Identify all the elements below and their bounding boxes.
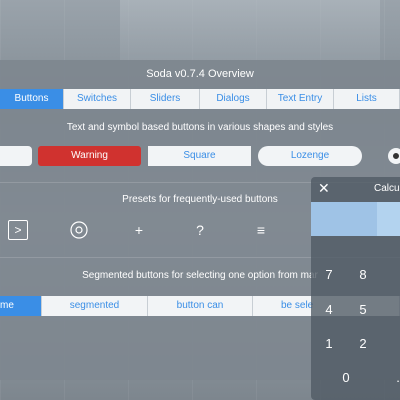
segment-me[interactable]: me	[0, 296, 42, 316]
target-icon	[70, 221, 88, 239]
key-decimal[interactable]: .	[387, 370, 400, 385]
calculator-title: Calcu	[374, 183, 400, 194]
key-7[interactable]: 7	[318, 267, 340, 282]
segment-segmented[interactable]: segmented	[42, 296, 148, 316]
key-2[interactable]: 2	[352, 336, 374, 351]
window-title: Soda v0.7.4 Overview	[146, 68, 254, 80]
tab-dialogs[interactable]: Dialogs	[200, 89, 267, 109]
forward-preset-button[interactable]: >	[8, 220, 28, 240]
calculator-window: ✕ Calcu 7 8 4 5 1 2 0 .	[311, 177, 400, 400]
warning-button[interactable]: Warning	[38, 146, 141, 166]
radio-button[interactable]	[388, 148, 400, 164]
lozenge-button[interactable]: Lozenge	[258, 146, 362, 166]
background-window	[120, 0, 380, 60]
key-0[interactable]: 0	[335, 370, 357, 385]
square-button[interactable]: Square	[148, 146, 251, 166]
calculator-display	[311, 202, 377, 236]
tab-sliders[interactable]: Sliders	[131, 89, 200, 109]
calculator-display-secondary	[377, 202, 400, 236]
key-5[interactable]: 5	[352, 302, 374, 317]
key-8[interactable]: 8	[352, 267, 374, 282]
key-1[interactable]: 1	[318, 336, 340, 351]
key-4[interactable]: 4	[318, 302, 340, 317]
tab-bar: Buttons Switches Sliders Dialogs Text En…	[0, 89, 400, 109]
close-icon[interactable]: ✕	[318, 180, 330, 197]
add-preset-button[interactable]: +	[129, 220, 149, 240]
buttons-section-caption: Text and symbol based buttons in various…	[66, 122, 334, 133]
menu-preset-button[interactable]: ≡	[251, 220, 271, 240]
help-preset-button[interactable]: ?	[190, 220, 210, 240]
tab-buttons[interactable]: Buttons	[0, 89, 64, 109]
tab-text-entry[interactable]: Text Entry	[267, 89, 334, 109]
record-preset-button[interactable]	[69, 220, 89, 240]
plain-button[interactable]	[0, 146, 32, 166]
tab-lists[interactable]: Lists	[334, 89, 400, 109]
tab-switches[interactable]: Switches	[64, 89, 131, 109]
segment-button-can[interactable]: button can	[148, 296, 253, 316]
